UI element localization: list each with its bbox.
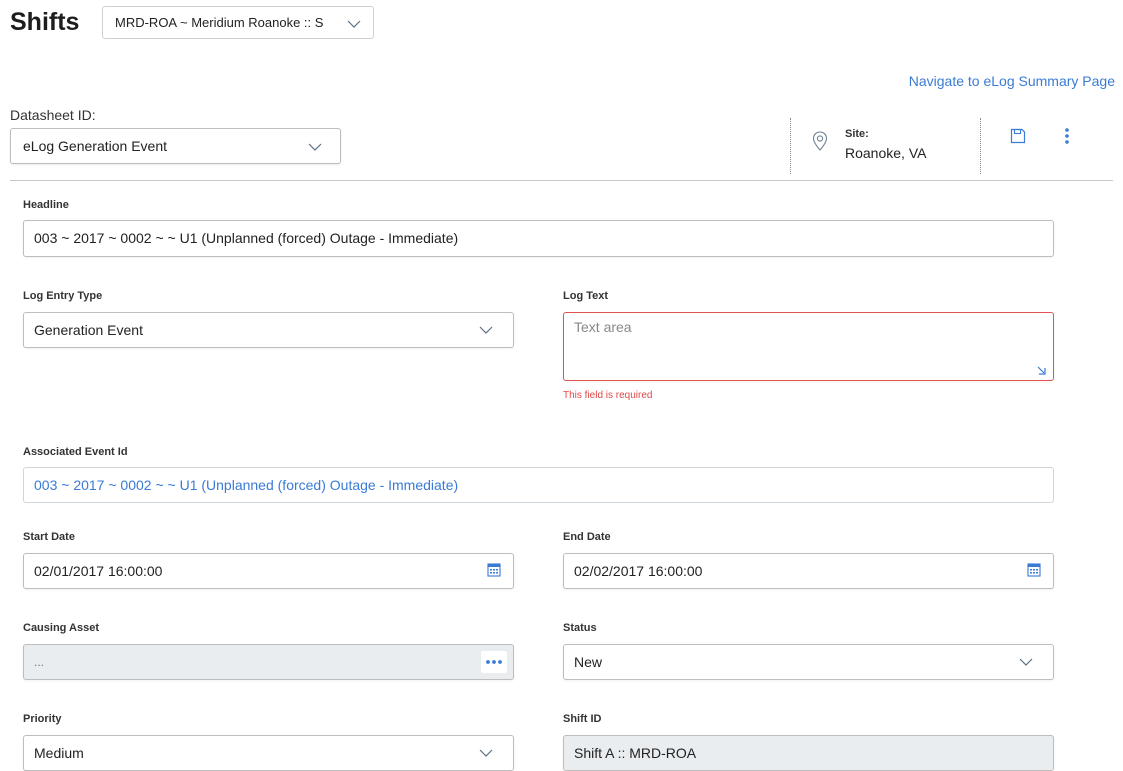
start-date-value: 02/01/2017 16:00:00 — [34, 563, 163, 579]
shift-id-label: Shift ID — [563, 713, 602, 725]
causing-asset-value: ... — [34, 655, 45, 669]
log-entry-type-select[interactable]: Generation Event — [23, 312, 514, 348]
log-text-placeholder: Text area — [574, 319, 632, 335]
chevron-down-icon — [347, 20, 361, 28]
chevron-down-icon — [1019, 658, 1033, 666]
end-date-label: End Date — [563, 531, 611, 543]
log-text-error: This field is required — [563, 390, 653, 401]
headline-input[interactable]: 003 ~ 2017 ~ 0002 ~ ~ U1 (Unplanned (for… — [23, 220, 1054, 257]
chevron-down-icon — [479, 749, 493, 757]
browse-button[interactable] — [481, 651, 507, 673]
divider — [10, 180, 1113, 181]
datasheet-select-value: eLog Generation Event — [23, 138, 167, 154]
resize-handle-icon[interactable] — [1036, 365, 1047, 376]
divider — [980, 118, 982, 174]
status-select[interactable]: New — [563, 644, 1054, 680]
log-text-label: Log Text — [563, 290, 609, 302]
location-pin-icon — [812, 131, 828, 151]
associated-event-id-label: Associated Event Id — [23, 446, 128, 458]
log-entry-type-value: Generation Event — [34, 322, 143, 338]
more-options-icon[interactable] — [1063, 127, 1071, 145]
calendar-icon[interactable] — [487, 562, 501, 577]
associated-event-id-link[interactable]: 003 ~ 2017 ~ 0002 ~ ~ U1 (Unplanned (for… — [23, 467, 1054, 503]
start-date-input[interactable]: 02/01/2017 16:00:00 — [23, 553, 514, 589]
shift-id-input: Shift A :: MRD-ROA — [563, 735, 1054, 771]
datasheet-label: Datasheet ID: — [10, 107, 96, 123]
log-entry-type-label: Log Entry Type — [23, 290, 103, 302]
priority-value: Medium — [34, 745, 84, 761]
asset-selector[interactable]: MRD-ROA ~ Meridium Roanoke :: S — [102, 6, 374, 39]
associated-event-id-value: 003 ~ 2017 ~ 0002 ~ ~ U1 (Unplanned (for… — [34, 477, 459, 493]
start-date-label: Start Date — [23, 531, 75, 543]
navigate-to-elog-summary-link[interactable]: Navigate to eLog Summary Page — [909, 73, 1115, 89]
status-label: Status — [563, 622, 597, 634]
chevron-down-icon — [308, 143, 322, 151]
calendar-icon[interactable] — [1027, 562, 1041, 577]
end-date-input[interactable]: 02/02/2017 16:00:00 — [563, 553, 1054, 589]
end-date-value: 02/02/2017 16:00:00 — [574, 563, 703, 579]
site-value: Roanoke, VA — [845, 145, 927, 161]
priority-label: Priority — [23, 713, 62, 725]
asset-selector-value: MRD-ROA ~ Meridium Roanoke :: S — [115, 15, 324, 30]
headline-label: Headline — [23, 199, 69, 211]
causing-asset-input[interactable]: ... — [23, 644, 514, 680]
log-text-area[interactable]: Text area — [563, 312, 1054, 381]
causing-asset-label: Causing Asset — [23, 622, 100, 634]
ellipsis-icon — [486, 660, 502, 664]
chevron-down-icon — [479, 326, 493, 334]
datasheet-select[interactable]: eLog Generation Event — [10, 128, 341, 164]
save-icon[interactable] — [1010, 128, 1026, 144]
headline-value: 003 ~ 2017 ~ 0002 ~ ~ U1 (Unplanned (for… — [34, 230, 459, 246]
priority-select[interactable]: Medium — [23, 735, 514, 771]
status-value: New — [574, 654, 603, 670]
divider — [790, 118, 792, 174]
page-title: Shifts — [10, 8, 80, 36]
shift-id-value: Shift A :: MRD-ROA — [574, 745, 697, 761]
site-label: Site: — [845, 128, 869, 140]
